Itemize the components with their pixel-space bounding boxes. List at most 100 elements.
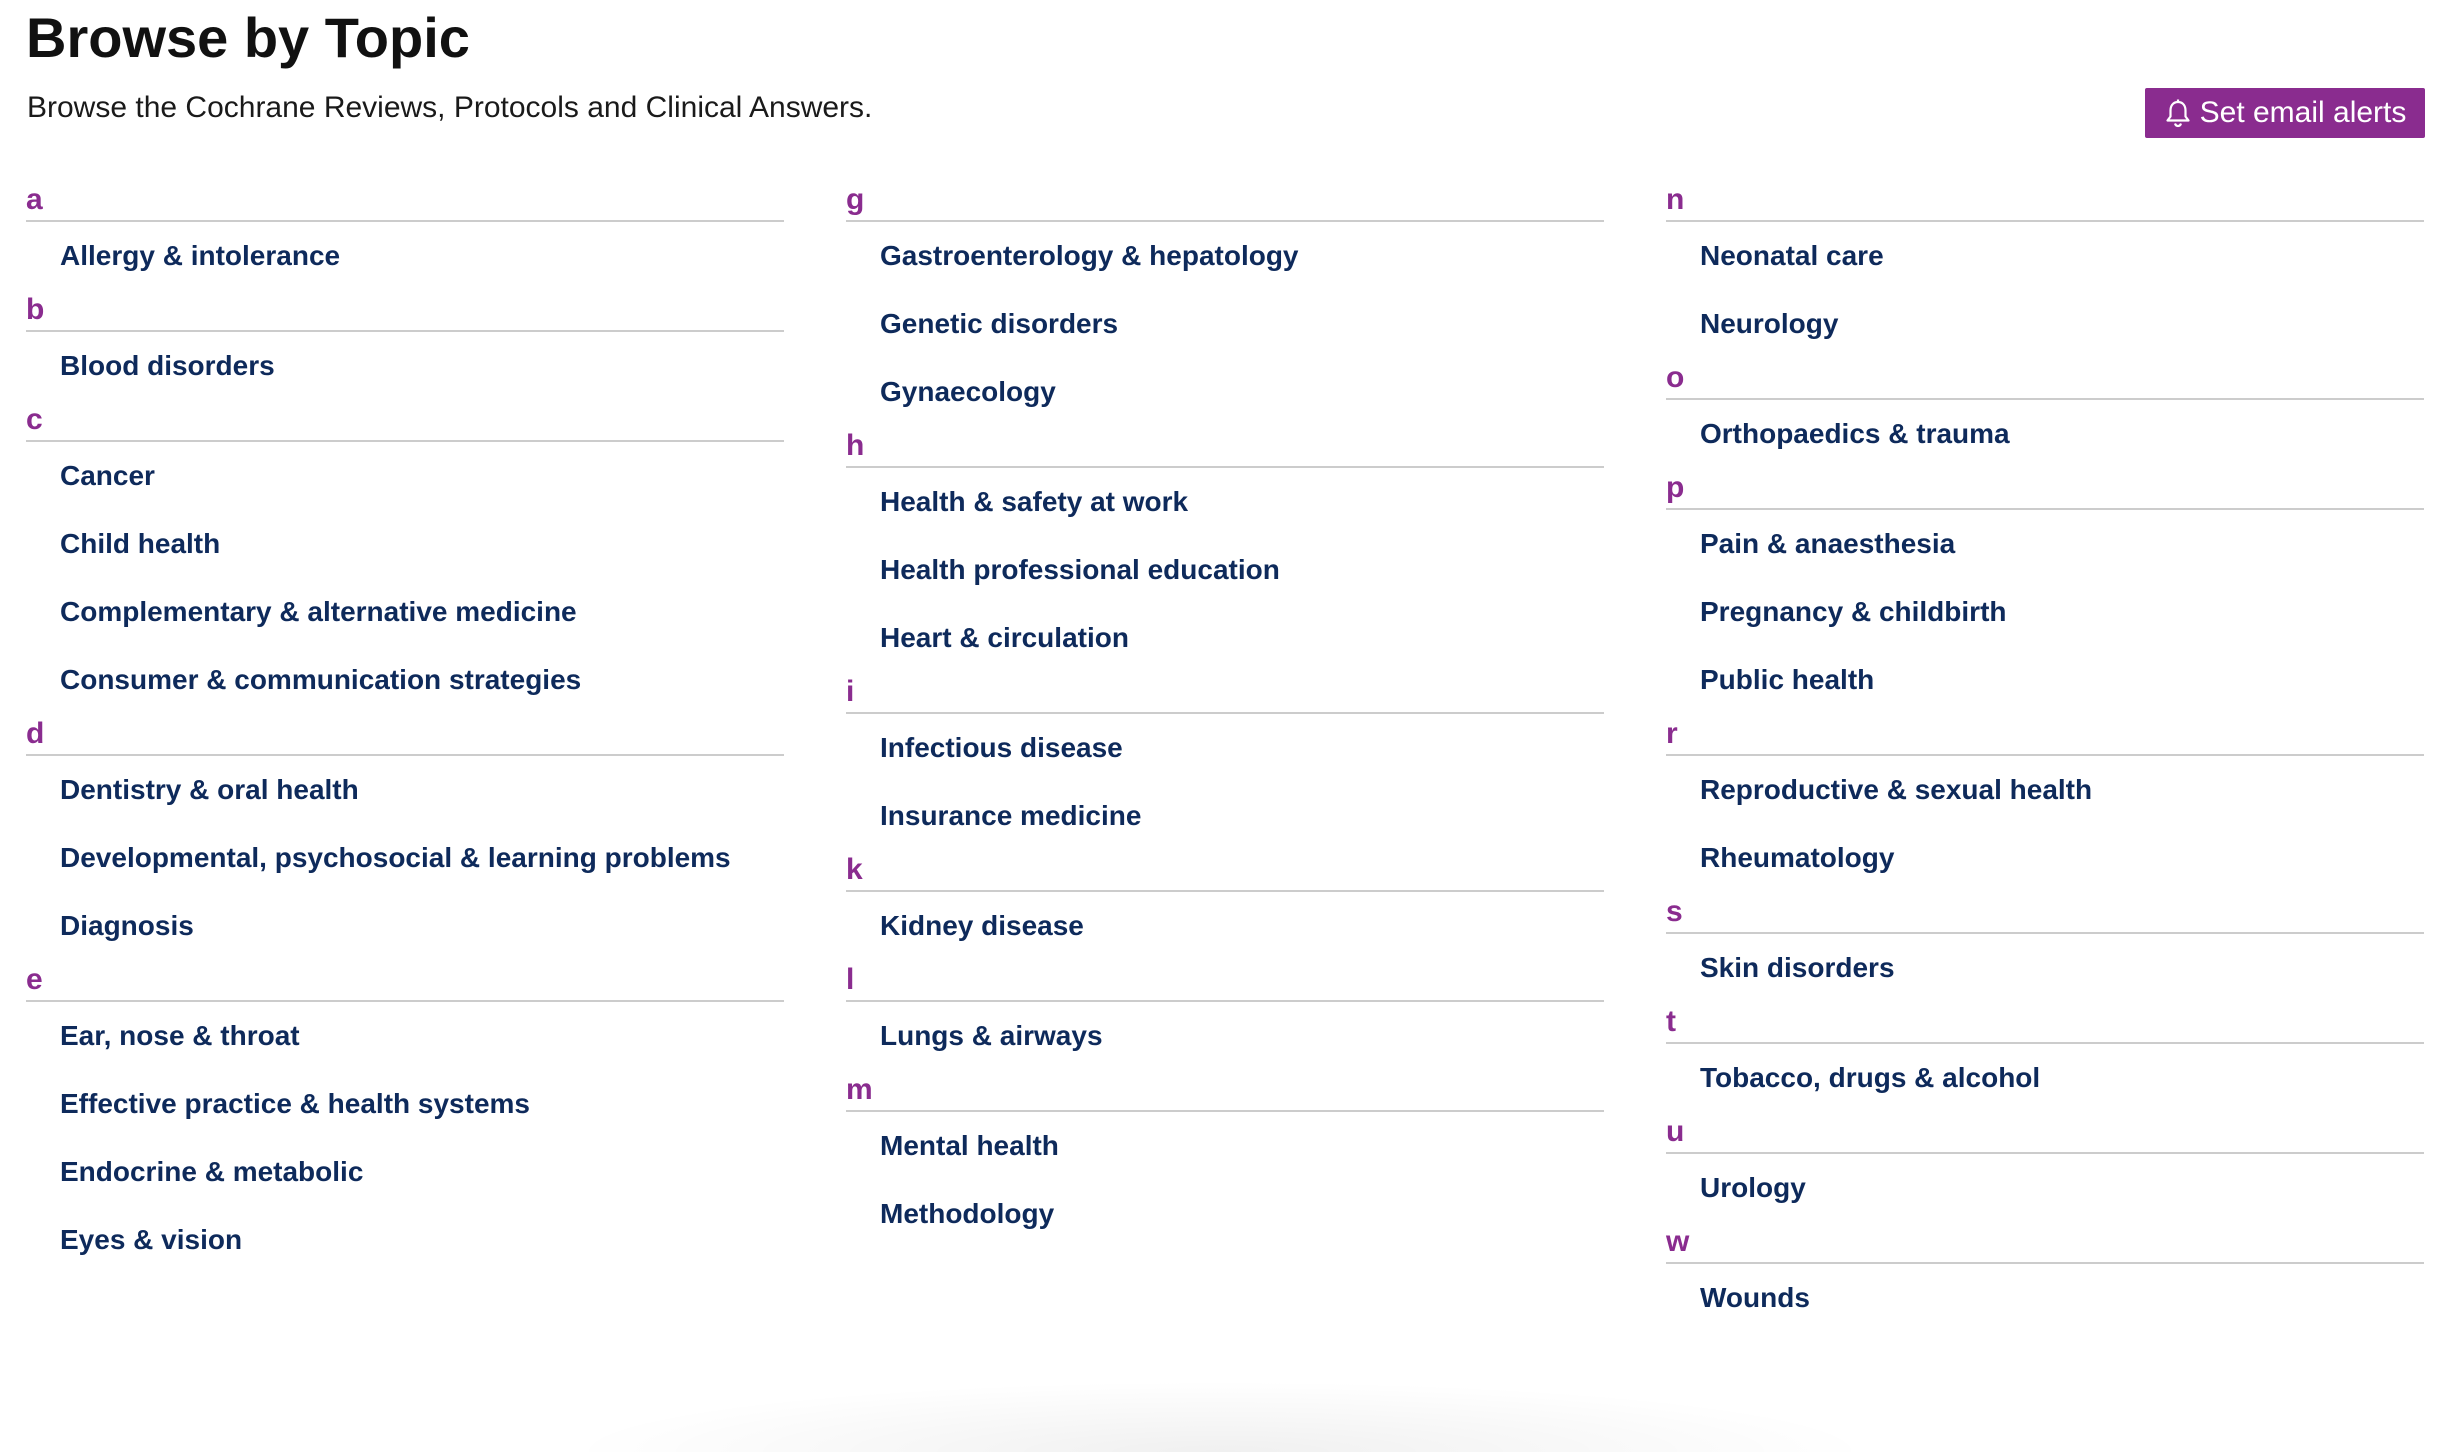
list-item: Developmental, psychosocial & learning p… (26, 824, 784, 892)
topic-link[interactable]: Dentistry & oral health (60, 774, 359, 806)
letter-heading: t (1666, 1002, 2424, 1044)
list-item: Neurology (1666, 290, 2424, 358)
topic-link[interactable]: Kidney disease (880, 910, 1084, 942)
topic-link[interactable]: Developmental, psychosocial & learning p… (60, 842, 731, 874)
letter-group-l: l Lungs & airways (846, 960, 1604, 1070)
list-item: Pregnancy & childbirth (1666, 578, 2424, 646)
topic-link[interactable]: Effective practice & health systems (60, 1088, 530, 1120)
topic-link[interactable]: Ear, nose & throat (60, 1020, 300, 1052)
list-item: Genetic disorders (846, 290, 1604, 358)
topic-link[interactable]: Infectious disease (880, 732, 1123, 764)
topic-list: Blood disorders (26, 332, 784, 400)
topic-list: Mental health Methodology (846, 1112, 1604, 1248)
letter-group-k: k Kidney disease (846, 850, 1604, 960)
list-item: Gastroenterology & hepatology (846, 222, 1604, 290)
topic-link[interactable]: Neurology (1700, 308, 1838, 340)
letter-heading: a (26, 180, 784, 222)
list-item: Public health (1666, 646, 2424, 714)
list-item: Urology (1666, 1154, 2424, 1222)
topic-list: Lungs & airways (846, 1002, 1604, 1070)
topic-link[interactable]: Gynaecology (880, 376, 1056, 408)
list-item: Lungs & airways (846, 1002, 1604, 1070)
topic-link[interactable]: Public health (1700, 664, 1874, 696)
list-item: Allergy & intolerance (26, 222, 784, 290)
topic-link[interactable]: Endocrine & metabolic (60, 1156, 363, 1188)
list-item: Mental health (846, 1112, 1604, 1180)
letter-heading: b (26, 290, 784, 332)
topic-link[interactable]: Health & safety at work (880, 486, 1188, 518)
topic-link[interactable]: Orthopaedics & trauma (1700, 418, 2010, 450)
topic-link[interactable]: Neonatal care (1700, 240, 1884, 272)
letter-group-a: a Allergy & intolerance (26, 180, 784, 290)
topic-link[interactable]: Lungs & airways (880, 1020, 1103, 1052)
topic-link[interactable]: Pregnancy & childbirth (1700, 596, 2007, 628)
topic-list: Dentistry & oral health Developmental, ps… (26, 756, 784, 960)
list-item: Rheumatology (1666, 824, 2424, 892)
list-item: Gynaecology (846, 358, 1604, 426)
letter-heading: c (26, 400, 784, 442)
topic-link[interactable]: Urology (1700, 1172, 1806, 1204)
topic-link[interactable]: Heart & circulation (880, 622, 1129, 654)
topic-columns: a Allergy & intolerance b Blood disorders c C… (26, 180, 2426, 1332)
letter-group-r: r Reproductive & sexual health Rheumatolog… (1666, 714, 2424, 892)
list-item: Health professional education (846, 536, 1604, 604)
topic-link[interactable]: Allergy & intolerance (60, 240, 340, 272)
letter-group-s: s Skin disorders (1666, 892, 2424, 1002)
topic-list: Health & safety at work Health profession… (846, 468, 1604, 672)
letter-heading: l (846, 960, 1604, 1002)
letter-group-c: c Cancer Child health Complementary & alter… (26, 400, 784, 714)
set-email-alerts-button[interactable]: Set email alerts (2145, 88, 2425, 138)
list-item: Insurance medicine (846, 782, 1604, 850)
letter-group-n: n Neonatal care Neurology (1666, 180, 2424, 358)
topic-list: Orthopaedics & trauma (1666, 400, 2424, 468)
letter-group-d: d Dentistry & oral health Developmental, p… (26, 714, 784, 960)
topic-link[interactable]: Genetic disorders (880, 308, 1118, 340)
topic-link[interactable]: Gastroenterology & hepatology (880, 240, 1299, 272)
topic-list: Wounds (1666, 1264, 2424, 1332)
letter-heading: k (846, 850, 1604, 892)
topic-link[interactable]: Cancer (60, 460, 155, 492)
list-item: Child health (26, 510, 784, 578)
letter-heading: g (846, 180, 1604, 222)
page-subtitle: Browse the Cochrane Reviews, Protocols a… (27, 91, 873, 124)
letter-group-o: o Orthopaedics & trauma (1666, 358, 2424, 468)
set-email-alerts-label: Set email alerts (2199, 96, 2407, 129)
topic-link[interactable]: Consumer & communication strategies (60, 664, 581, 696)
list-item: Infectious disease (846, 714, 1604, 782)
letter-heading: w (1666, 1222, 2424, 1264)
footer-shadow (560, 1380, 1880, 1452)
topic-link[interactable]: Pain & anaesthesia (1700, 528, 1955, 560)
letter-group-i: i Infectious disease Insurance medicine (846, 672, 1604, 850)
topic-link[interactable]: Rheumatology (1700, 842, 1894, 874)
topic-list: Cancer Child health Complementary & altern… (26, 442, 784, 714)
topic-link[interactable]: Diagnosis (60, 910, 194, 942)
topic-link[interactable]: Reproductive & sexual health (1700, 774, 2092, 806)
list-item: Heart & circulation (846, 604, 1604, 672)
topic-link[interactable]: Complementary & alternative medicine (60, 596, 577, 628)
list-item: Methodology (846, 1180, 1604, 1248)
letter-group-u: u Urology (1666, 1112, 2424, 1222)
topic-list: Pain & anaesthesia Pregnancy & childbirth… (1666, 510, 2424, 714)
topic-link[interactable]: Blood disorders (60, 350, 275, 382)
topic-link[interactable]: Mental health (880, 1130, 1059, 1162)
list-item: Orthopaedics & trauma (1666, 400, 2424, 468)
letter-heading: o (1666, 358, 2424, 400)
list-item: Reproductive & sexual health (1666, 756, 2424, 824)
letter-heading: i (846, 672, 1604, 714)
topic-link[interactable]: Methodology (880, 1198, 1054, 1230)
topic-link[interactable]: Wounds (1700, 1282, 1810, 1314)
topic-link[interactable]: Health professional education (880, 554, 1280, 586)
list-item: Endocrine & metabolic (26, 1138, 784, 1206)
topic-link[interactable]: Child health (60, 528, 220, 560)
list-item: Diagnosis (26, 892, 784, 960)
letter-heading: h (846, 426, 1604, 468)
letter-heading: d (26, 714, 784, 756)
topic-link[interactable]: Insurance medicine (880, 800, 1141, 832)
topic-link[interactable]: Tobacco, drugs & alcohol (1700, 1062, 2040, 1094)
topic-link[interactable]: Eyes & vision (60, 1224, 242, 1256)
topic-link[interactable]: Skin disorders (1700, 952, 1895, 984)
list-item: Blood disorders (26, 332, 784, 400)
topic-list: Skin disorders (1666, 934, 2424, 1002)
topic-column: g Gastroenterology & hepatology Genetic di… (846, 180, 1604, 1332)
list-item: Health & safety at work (846, 468, 1604, 536)
